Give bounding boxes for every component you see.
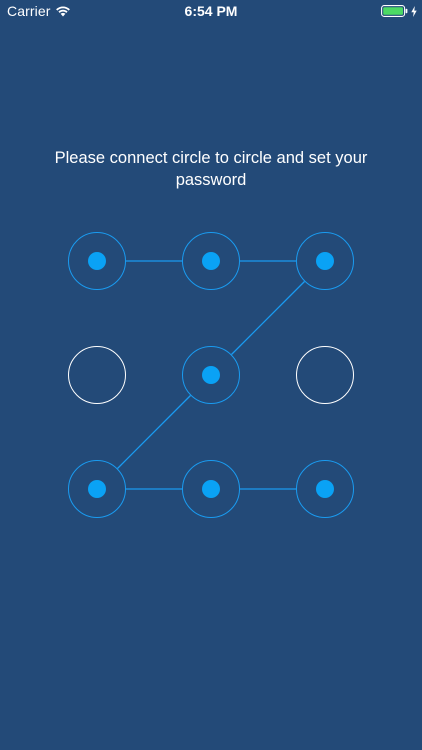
pattern-node-7[interactable] bbox=[68, 460, 126, 518]
pattern-node-2[interactable] bbox=[182, 232, 240, 290]
status-time: 6:54 PM bbox=[184, 3, 238, 19]
pattern-node-1[interactable] bbox=[68, 232, 126, 290]
pattern-line bbox=[117, 395, 191, 469]
battery-full-icon bbox=[381, 5, 408, 17]
status-bar: Carrier 6:54 PM bbox=[0, 0, 422, 22]
pattern-prompt: Please connect circle to circle and set … bbox=[54, 149, 368, 189]
battery-group bbox=[381, 5, 417, 17]
pattern-line bbox=[231, 281, 305, 355]
pattern-node-dot bbox=[202, 480, 220, 498]
pattern-node-dot bbox=[202, 252, 220, 270]
pattern-node-8[interactable] bbox=[182, 460, 240, 518]
pattern-node-3[interactable] bbox=[296, 232, 354, 290]
pattern-node-dot bbox=[316, 480, 334, 498]
pattern-node-4[interactable] bbox=[68, 346, 126, 404]
pattern-node-6[interactable] bbox=[296, 346, 354, 404]
pattern-node-dot bbox=[202, 366, 220, 384]
pattern-node-dot bbox=[88, 252, 106, 270]
charging-bolt-icon bbox=[411, 5, 417, 17]
pattern-node-dot bbox=[316, 252, 334, 270]
pattern-node-9[interactable] bbox=[296, 460, 354, 518]
pattern-node-5[interactable] bbox=[182, 346, 240, 404]
pattern-node-dot bbox=[88, 480, 106, 498]
